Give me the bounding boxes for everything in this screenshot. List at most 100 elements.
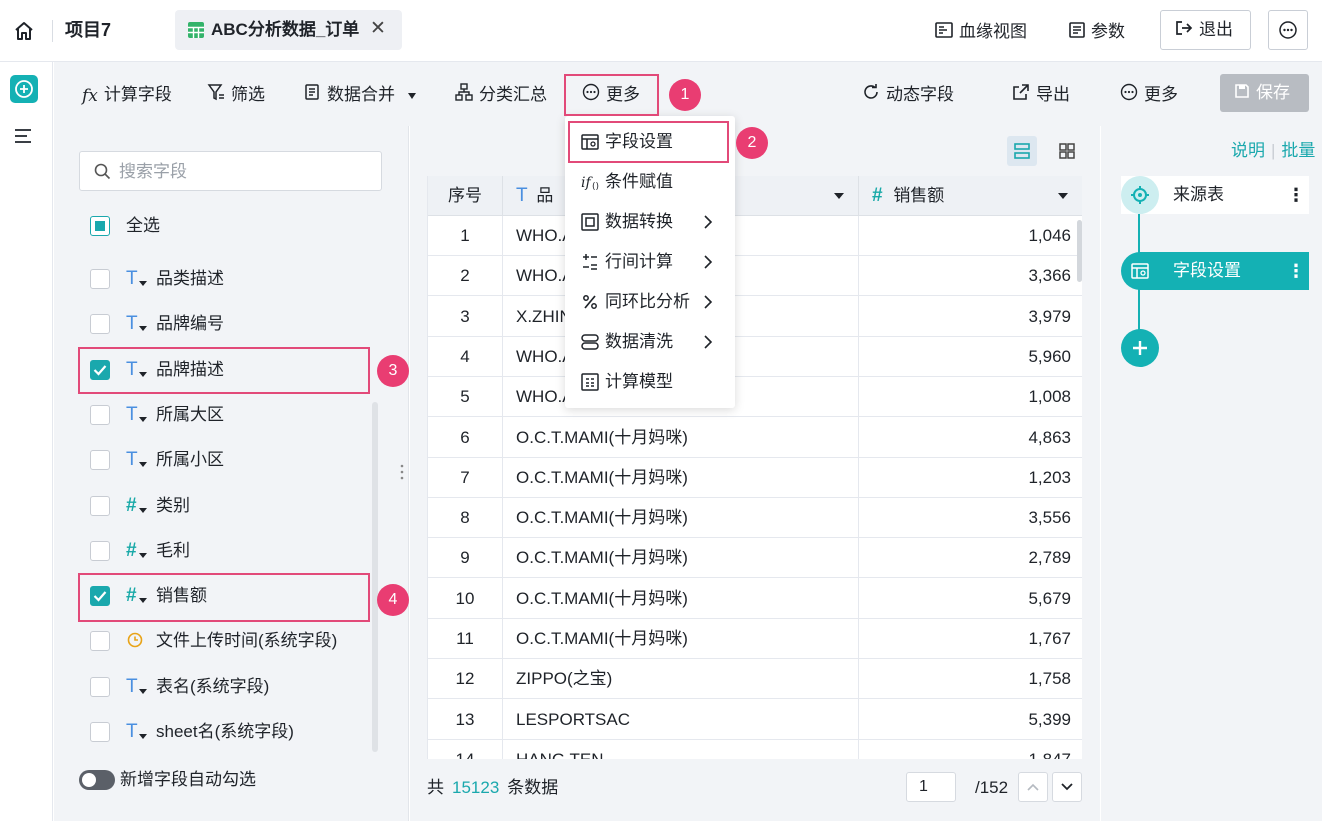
table-row[interactable]: 10 O.C.T.MAMI(十月妈咪) 5,679 xyxy=(428,579,1082,619)
cell-sales: 5,960 xyxy=(1028,346,1071,366)
source-table-node[interactable]: 来源表 ⋮ xyxy=(1121,176,1309,214)
field-label: 毛利 xyxy=(156,541,190,560)
field-item[interactable]: T 所属小区 xyxy=(90,447,380,475)
field-checkbox[interactable] xyxy=(90,631,110,651)
dropdown-item[interactable]: 数据转换 xyxy=(565,202,735,242)
group-summary-button[interactable]: 分类汇总 xyxy=(455,83,547,107)
model-icon xyxy=(581,373,599,396)
export-icon xyxy=(1012,83,1030,108)
field-settings-node[interactable]: 字段设置 ⋮ xyxy=(1121,252,1309,290)
cell-brand: O.C.T.MAMI(十月妈咪) xyxy=(516,427,688,447)
field-item[interactable]: T 品类描述 xyxy=(90,266,380,294)
clean-icon xyxy=(581,333,599,356)
filter-button[interactable]: 筛选 xyxy=(207,83,265,107)
outline-icon[interactable] xyxy=(13,126,35,146)
dropdown-item[interactable]: 同环比分析 xyxy=(565,282,735,322)
save-button[interactable]: 保存 xyxy=(1220,74,1309,112)
caret-down-icon xyxy=(407,92,416,99)
table-row[interactable]: 2 WHO.A.U 3,366 xyxy=(428,256,1082,297)
field-checkbox[interactable] xyxy=(90,541,110,561)
field-checkbox[interactable] xyxy=(90,405,110,425)
more-right-button[interactable]: 更多 xyxy=(1120,83,1178,107)
panel-scrollbar[interactable] xyxy=(372,402,378,752)
table-row[interactable]: 12 ZIPPO(之宝) 1,758 xyxy=(428,659,1082,700)
calc-field-label: 计算字段 xyxy=(103,85,172,104)
field-item[interactable]: T 品牌编号 xyxy=(90,311,380,339)
field-checkbox[interactable] xyxy=(90,722,110,742)
table-row[interactable]: 7 O.C.T.MAMI(十月妈咪) 1,203 xyxy=(428,458,1082,498)
field-item[interactable]: T 表名(系统字段) xyxy=(90,674,380,702)
cell-index: 3 xyxy=(460,306,470,326)
field-checkbox[interactable] xyxy=(90,677,110,697)
doc-tab[interactable]: ABC分析数据_订单 ✕ xyxy=(175,10,402,50)
select-all-checkbox[interactable] xyxy=(90,216,110,236)
caret-down-icon[interactable] xyxy=(834,193,844,199)
params-button[interactable]: 参数 xyxy=(1069,20,1125,44)
page-up-button[interactable] xyxy=(1018,772,1048,802)
field-checkbox[interactable] xyxy=(90,269,110,289)
export-button[interactable]: 导出 xyxy=(1012,83,1070,107)
grid-view-icon[interactable] xyxy=(1052,136,1082,166)
table-row[interactable]: 1 WHO.A.U 1,046 xyxy=(428,216,1082,256)
field-checkbox[interactable] xyxy=(90,496,110,516)
export-label: 导出 xyxy=(1036,85,1070,104)
table-row[interactable]: 14 HANG TEN 1,847 xyxy=(428,740,1082,759)
field-item[interactable]: Tsheet名(系统字段) xyxy=(90,719,380,747)
field-label: sheet名(系统字段) xyxy=(156,722,294,741)
target-icon xyxy=(1121,176,1159,214)
dynamic-field-button[interactable]: 动态字段 xyxy=(862,83,954,107)
step-badge-2: 2 xyxy=(736,127,768,159)
calc-field-button[interactable]: fx 计算字段 xyxy=(82,83,172,107)
home-icon[interactable] xyxy=(12,19,36,43)
table-scrollbar[interactable] xyxy=(1077,220,1082,282)
close-icon[interactable]: ✕ xyxy=(370,18,386,40)
table-row[interactable]: 13 LESPORTSAC 5,399 xyxy=(428,700,1082,740)
field-checkbox[interactable] xyxy=(90,450,110,470)
field-label: 类别 xyxy=(156,496,190,515)
cell-sales: 5,679 xyxy=(1028,588,1071,608)
filter-label: 筛选 xyxy=(231,85,265,104)
search-placeholder: 搜索字段 xyxy=(119,162,187,181)
field-checkbox[interactable] xyxy=(90,314,110,334)
caret-down-icon[interactable] xyxy=(1058,193,1068,199)
header-sales[interactable]: # 销售额 xyxy=(872,176,1072,216)
dropdown-item[interactable]: 行间计算 xyxy=(565,242,735,282)
table-row[interactable]: 11 O.C.T.MAMI(十月妈咪) 1,767 xyxy=(428,619,1082,659)
dropdown-item[interactable]: 数据清洗 xyxy=(565,322,735,362)
lineage-view-button[interactable]: 血缘视图 xyxy=(935,20,1027,44)
table-row[interactable]: 6 O.C.T.MAMI(十月妈咪) 4,863 xyxy=(428,418,1082,458)
field-panel: 搜索字段 全选 T 品类描述 T 品牌编号 T 品牌描述 T 所属大区 T 所属小区 # 类别 # 毛利 #… xyxy=(54,126,409,821)
cell-sales: 1,008 xyxy=(1028,387,1071,407)
help-link[interactable]: 说明 xyxy=(1231,141,1265,160)
field-item[interactable]: # 毛利 xyxy=(90,538,380,566)
batch-link[interactable]: 批量 xyxy=(1281,141,1315,160)
project-name[interactable]: 项目7 xyxy=(65,17,111,43)
dropdown-item[interactable]: 计算模型 xyxy=(565,362,735,402)
field-item[interactable]: T 所属大区 xyxy=(90,402,380,430)
table-row[interactable]: 9 O.C.T.MAMI(十月妈咪) 2,789 xyxy=(428,538,1082,579)
group-icon xyxy=(455,83,473,108)
table-row[interactable]: 4 WHO.A.U 5,960 xyxy=(428,337,1082,377)
merge-button[interactable]: 数据合并 xyxy=(303,83,416,107)
field-item[interactable]: # 类别 xyxy=(90,493,380,521)
dropdown-item[interactable]: if() 条件赋值 xyxy=(565,162,735,202)
kebab-icon[interactable]: ⋮ xyxy=(1287,259,1305,283)
cell-index: 9 xyxy=(460,548,470,568)
field-item[interactable]: 文件上传时间(系统字段) xyxy=(90,628,380,656)
page-down-button[interactable] xyxy=(1052,772,1082,802)
add-step-icon[interactable] xyxy=(10,75,38,103)
page-input[interactable]: 1 xyxy=(906,772,956,802)
search-input[interactable]: 搜索字段 xyxy=(79,151,382,191)
table-row[interactable]: 3 X.ZHINI 3,979 xyxy=(428,297,1082,337)
select-all-row[interactable]: 全选 xyxy=(90,213,380,241)
table-row[interactable]: 5 WHO.A.U 1,008 xyxy=(428,377,1082,418)
add-node-icon[interactable] xyxy=(1121,329,1159,367)
panel-resize-handle[interactable] xyxy=(399,462,405,482)
logout-button[interactable]: 退出 xyxy=(1160,10,1251,50)
table-row[interactable]: 8 O.C.T.MAMI(十月妈咪) 3,556 xyxy=(428,498,1082,539)
kebab-icon[interactable]: ⋮ xyxy=(1287,183,1305,207)
auto-select-toggle[interactable] xyxy=(79,770,115,790)
more-options-button[interactable] xyxy=(1268,10,1308,50)
cell-index: 11 xyxy=(456,629,474,648)
list-view-icon[interactable] xyxy=(1007,136,1037,166)
